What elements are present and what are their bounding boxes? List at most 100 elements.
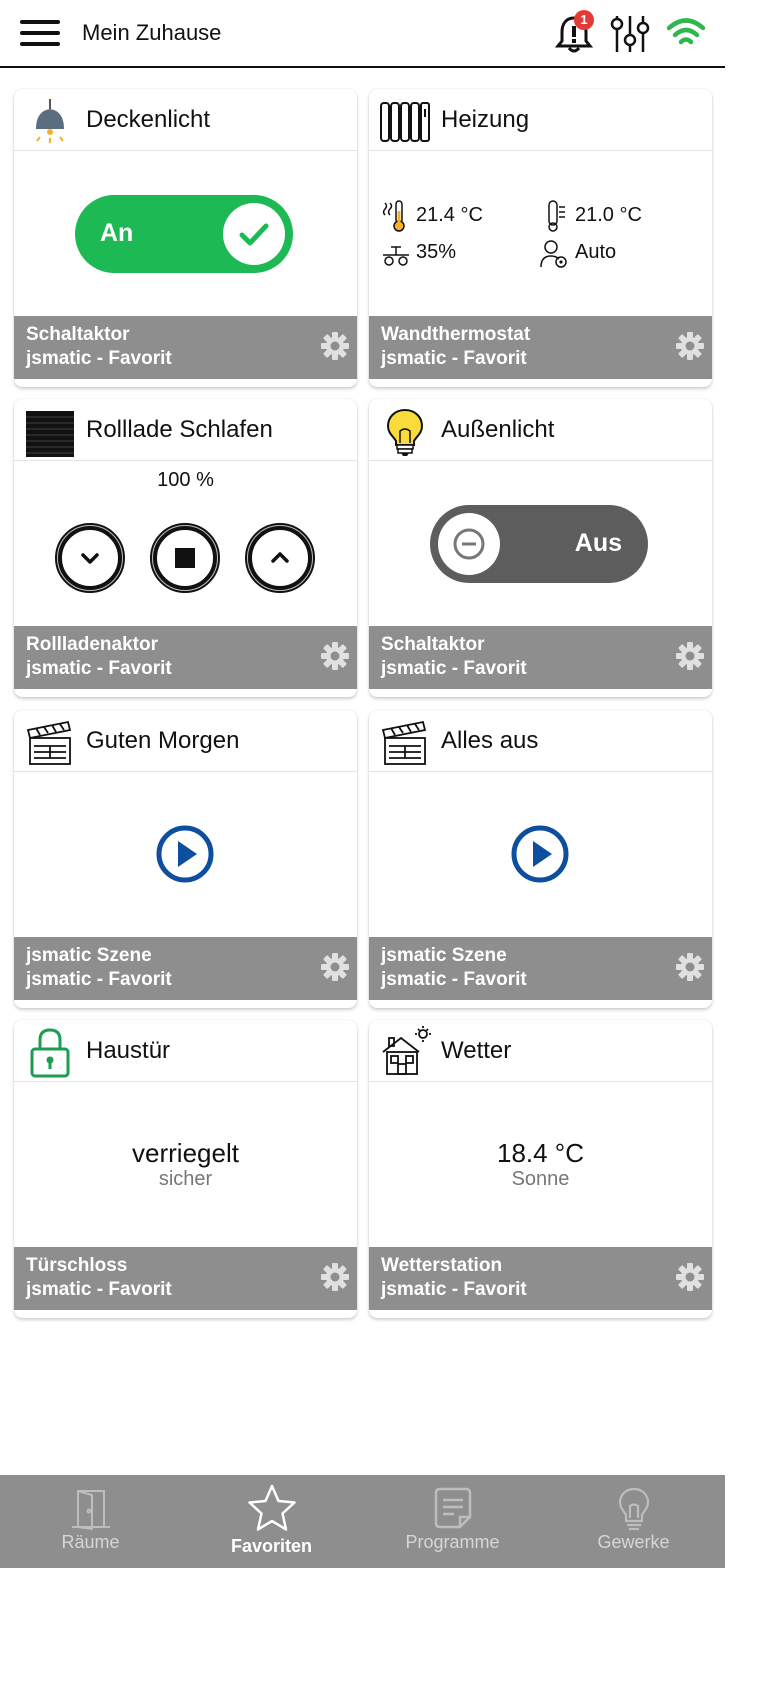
clapperboard-icon [26,720,72,765]
chevron-up-icon [248,526,312,590]
stop-icon [153,526,217,590]
device-type: Rollladenaktor [26,634,158,655]
gear-icon[interactable] [675,331,705,361]
power-toggle[interactable]: Aus [430,505,648,583]
card-footer: jsmatic Szene jsmatic - Favorit [14,937,357,1000]
app-header: Mein Zuhause 1 [0,0,725,68]
device-type: Schaltaktor [381,634,485,655]
shutter-stop-button[interactable] [150,523,220,593]
lock-status: verriegelt [132,1138,239,1168]
padlock-icon [30,1028,70,1078]
shutter-up-button[interactable] [245,523,315,593]
nav-label: Gewerke [597,1532,670,1552]
nav-item-raeume[interactable]: Räume [0,1475,181,1568]
gear-icon[interactable] [675,1262,705,1292]
valve-icon [383,246,409,266]
gear-icon[interactable] [320,641,350,671]
card-title: Guten Morgen [86,727,240,754]
page-title: Mein Zuhause [82,20,222,45]
toggle-label: An [100,219,134,247]
card-header: Guten Morgen [14,710,357,772]
card-title: Rolllade Schlafen [86,416,273,443]
card-title: Außenlicht [441,416,555,443]
menu-icon[interactable] [20,18,62,48]
device-type: Wetterstation [381,1255,503,1276]
shutter-down-button[interactable] [55,523,125,593]
card-rolllade-schlafen: Rolllade Schlafen 100 % Rollladenaktor j… [14,399,357,697]
card-footer: Schaltaktor jsmatic - Favorit [369,626,712,689]
card-header: Heizung [369,89,712,151]
card-title: Deckenlicht [86,106,211,133]
gear-icon[interactable] [675,952,705,982]
actual-temperature: 21.4 °C [416,204,483,226]
document-icon [434,1487,472,1529]
favorite-source: jsmatic - Favorit [26,348,172,369]
shutter-icon [26,411,74,457]
card-footer: Wandthermostat jsmatic - Favorit [369,316,712,379]
gear-icon[interactable] [320,331,350,361]
weather-temperature: 18.4 °C [496,1138,584,1168]
card-title: Alles aus [441,727,539,754]
favorite-source: jsmatic - Favorit [381,348,527,369]
bell-icon[interactable]: 1 [553,10,597,56]
card-header: Wetter [369,1020,712,1082]
gear-icon[interactable] [320,952,350,982]
shutter-position: 100 % [157,469,214,491]
card-footer: Rollladenaktor jsmatic - Favorit [14,626,357,689]
favorite-source: jsmatic - Favorit [381,1279,527,1300]
lock-substatus: sicher [158,1168,213,1190]
favorite-source: jsmatic - Favorit [381,969,527,990]
gear-icon[interactable] [675,641,705,671]
card-footer: jsmatic Szene jsmatic - Favorit [369,937,712,1000]
radiator-icon [380,102,430,142]
checkmark-icon [239,223,269,246]
nav-item-favoriten[interactable]: Favoriten [181,1475,362,1568]
toggle-knob [223,203,285,265]
card-footer: Schaltaktor jsmatic - Favorit [14,316,357,379]
target-temperature-icon [548,200,565,232]
user-gear-icon [540,240,567,268]
card-title: Heizung [441,106,530,133]
device-type: jsmatic Szene [381,945,507,966]
card-header: Außenlicht [369,399,712,461]
play-scene-button[interactable] [510,824,570,884]
wifi-icon[interactable] [664,10,708,56]
nav-label: Programme [405,1532,500,1552]
favorite-source: jsmatic - Favorit [26,658,172,679]
bulb-outline-icon [618,1487,650,1531]
card-header: Alles aus [369,710,712,772]
device-type: jsmatic Szene [26,945,152,966]
card-footer: Wetterstation jsmatic - Favorit [369,1247,712,1310]
card-header: Deckenlicht [14,89,357,151]
light-bulb-icon [386,408,424,456]
device-type: Türschloss [26,1255,128,1276]
card-wetter: Wetter 18.4 °C Sonne Wetterstation jsmat… [369,1020,712,1318]
weather-condition: Sonne [511,1168,570,1190]
heating-mode: Auto [575,241,617,263]
humidity: 35% [416,241,457,263]
card-header: Rolllade Schlafen [14,399,357,461]
power-toggle[interactable]: An [75,195,293,273]
nav-label: Favoriten [230,1536,313,1556]
card-alles-aus: Alles aus jsmatic Szene jsmatic - Favori… [369,710,712,1008]
toggle-knob [438,513,500,575]
thermometer-icon [382,200,405,232]
door-icon [72,1489,110,1531]
star-icon [248,1484,296,1531]
chevron-down-icon [58,526,122,590]
card-title: Wetter [441,1037,512,1064]
nav-item-gewerke[interactable]: Gewerke [543,1475,724,1568]
favorite-source: jsmatic - Favorit [26,969,172,990]
device-type: Wandthermostat [381,324,531,345]
gear-icon[interactable] [320,1262,350,1292]
play-scene-button[interactable] [155,824,215,884]
bottom-navigation: Räume Favoriten Programme Gewerke [0,1475,725,1568]
card-deckenlicht: Deckenlicht An Schaltaktor jsmatic - Fav… [14,89,357,387]
card-title: Haustür [86,1037,171,1064]
sliders-icon[interactable] [608,10,652,56]
nav-item-programme[interactable]: Programme [362,1475,543,1568]
card-heizung: Heizung 21.4 °C 21.0 °C 35% Auto Wandthe… [369,89,712,387]
nav-label: Räume [61,1532,120,1552]
card-footer: Türschloss jsmatic - Favorit [14,1247,357,1310]
minus-circle-icon [453,528,485,560]
